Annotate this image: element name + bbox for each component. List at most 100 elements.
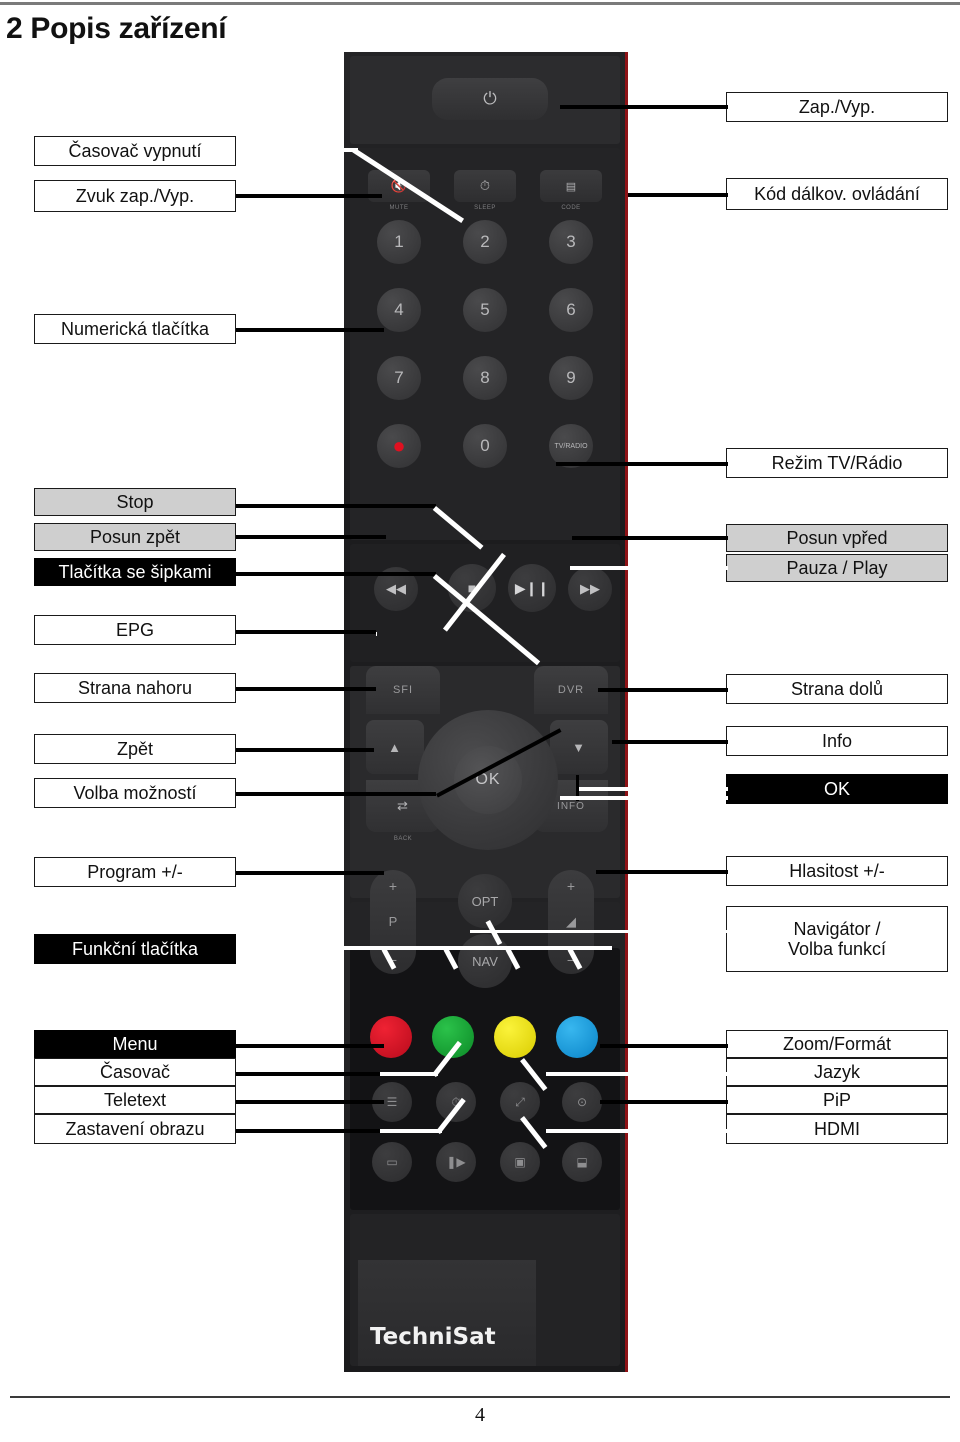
hdmi-button: ⬓: [562, 1142, 602, 1182]
manual-page: 2 Popis zařízení ⏻ 🔇 ⏱ ▤ MUTE SLEEP CODE…: [0, 0, 960, 1442]
still-image-button: ❚▶: [436, 1142, 476, 1182]
leader-posun-vpred: [572, 536, 728, 540]
leader-casovac-vypnuti: [236, 148, 358, 152]
leader-zastaveni-obrazu-white: [380, 1129, 442, 1133]
power-button: ⏻: [432, 78, 548, 120]
remote-red-accent-stripe: [625, 52, 628, 1372]
callout-pauza-play: Pauza / Play: [726, 554, 948, 582]
color-button-blue: [556, 1016, 598, 1058]
callout-rezim-tv-radio: Režim TV/Rádio: [726, 448, 948, 478]
zoom-format-button: ⤢: [500, 1082, 540, 1122]
callout-epg: EPG: [34, 615, 236, 645]
callout-info: Info: [726, 726, 948, 756]
brand-logo: TechniSat: [370, 1324, 496, 1350]
callout-stop: Stop: [34, 488, 236, 516]
callout-strana-nahoru: Strana nahoru: [34, 673, 236, 703]
leader-zvuk-zap-vyp: [236, 194, 382, 198]
callout-tlacitka-se-sipkami: Tlačítka se šipkami: [34, 558, 236, 586]
callout-strana-dolu: Strana dolů: [726, 674, 948, 704]
mute-key-label: MUTE: [389, 205, 409, 211]
leader-volba-moznosti-white: [560, 796, 728, 800]
record-button: ●: [377, 424, 421, 468]
leader-kod-dalkov-ovladani: [628, 193, 728, 197]
page-up-button: ▲: [366, 720, 424, 774]
callout-hlasitost-plus-minus: Hlasitost +/-: [726, 856, 948, 886]
page-number: 4: [475, 1404, 485, 1426]
key-9: 9: [549, 356, 593, 400]
sleep-timer-button: ⏱: [454, 170, 516, 202]
key-3: 3: [549, 220, 593, 264]
remote-control-image: ⏻ 🔇 ⏱ ▤ MUTE SLEEP CODE 1 2 3 4 5 6 7 8 …: [344, 52, 628, 1372]
leader-strana-dolu: [598, 688, 728, 692]
opt-button: OPT: [458, 874, 512, 928]
volume-plus-glyph: +: [566, 878, 576, 894]
leader-volba-moznosti: [236, 792, 436, 796]
callout-navigator-label-line1: Navigátor / Volba funkcí: [787, 918, 887, 959]
callout-ok: OK: [726, 774, 948, 804]
program-rocker: + P −: [370, 870, 416, 974]
callout-zvuk-zap-vyp: Zvuk zap./Vyp.: [34, 180, 236, 212]
leader-menu: [236, 1044, 384, 1048]
color-button-red: [370, 1016, 412, 1058]
brand-plate: [358, 1260, 536, 1366]
code-button: ▤: [540, 170, 602, 202]
fast-forward-button: ▶▶: [568, 567, 612, 611]
leader-zpet: [236, 748, 374, 752]
code-key-label: CODE: [561, 205, 581, 211]
callout-menu: Menu: [34, 1030, 236, 1058]
leader-ok: [576, 787, 728, 791]
leader-pauza-play-horizontal: [570, 566, 728, 570]
header-rule: [0, 2, 960, 5]
callout-program-plus-minus: Program +/-: [34, 857, 236, 887]
key-7: 7: [377, 356, 421, 400]
callout-casovac: Časovač: [34, 1058, 236, 1086]
key-8: 8: [463, 356, 507, 400]
callout-posun-zpet: Posun zpět: [34, 523, 236, 551]
timer-button: ⏱: [436, 1082, 476, 1122]
leader-pip: [600, 1100, 728, 1104]
callout-volba-moznosti: Volba možností: [34, 778, 236, 808]
callout-hdmi: HDMI: [726, 1114, 948, 1144]
callout-teletext: Teletext: [34, 1086, 236, 1114]
teletext-button: ▭: [372, 1142, 412, 1182]
callout-zap-vyp: Zap./Vyp.: [726, 92, 948, 122]
callout-numericka-tlacitka: Numerická tlačítka: [34, 314, 236, 344]
sleep-key-label: SLEEP: [474, 205, 496, 211]
key-6: 6: [549, 288, 593, 332]
callout-casovac-vypnuti: Časovač vypnutí: [34, 136, 236, 166]
leader-teletext: [236, 1100, 384, 1104]
color-button-yellow: [494, 1016, 536, 1058]
leader-funkcni-tlacitka-bar: [236, 946, 612, 950]
program-plus-glyph: +: [388, 878, 398, 894]
callout-kod-dalkov-ovladani: Kód dálkov. ovládání: [726, 178, 948, 210]
dvr-button: DVR: [534, 666, 608, 714]
callout-navigator-volba-funkci: Navigátor / Volba funkcí: [726, 906, 948, 972]
leader-info: [612, 740, 728, 744]
leader-tlacitka-se-sipkami: [236, 572, 436, 576]
callout-jazyk: Jazyk: [726, 1058, 948, 1086]
footer-rule: [10, 1396, 950, 1398]
leader-casovac-bottom: [380, 1072, 438, 1076]
language-button: ⊙: [562, 1082, 602, 1122]
leader-zap-vyp: [560, 105, 728, 109]
leader-epg-white-diagonal: [376, 632, 377, 636]
page-title: 2 Popis zařízení: [6, 12, 227, 45]
leader-hdmi-horizontal: [546, 1129, 728, 1133]
pip-button: ▣: [500, 1142, 540, 1182]
leader-zoom-format: [600, 1044, 728, 1048]
key-1: 1: [377, 220, 421, 264]
leader-rezim-tv-radio: [556, 462, 728, 466]
leader-program-plus-minus: [236, 871, 384, 875]
callout-zastaveni-obrazu: Zastavení obrazu: [34, 1114, 236, 1144]
sfi-button: SFI: [366, 666, 440, 714]
key-2: 2: [463, 220, 507, 264]
callout-zoom-format: Zoom/Formát: [726, 1030, 948, 1058]
volume-icon: ◢: [566, 914, 576, 929]
callout-funkcni-tlacitka: Funkční tlačítka: [34, 934, 236, 964]
key-4: 4: [377, 288, 421, 332]
leader-jazyk-horizontal: [546, 1072, 728, 1076]
callout-posun-vpred: Posun vpřed: [726, 524, 948, 552]
leader-strana-nahoru: [236, 687, 376, 691]
leader-posun-zpet: [236, 535, 386, 539]
play-pause-button: ▶❙❙: [508, 564, 556, 612]
